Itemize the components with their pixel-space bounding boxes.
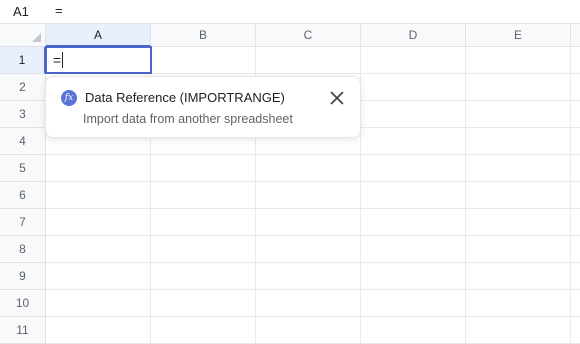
row-header-10[interactable]: 10 — [0, 290, 46, 317]
row-header-1[interactable]: 1 — [0, 47, 46, 74]
cell-editor[interactable]: = — [53, 51, 64, 69]
column-header-c[interactable]: C — [256, 24, 361, 46]
name-box[interactable]: A1 — [0, 0, 46, 24]
select-all-corner[interactable] — [0, 24, 46, 46]
row-header-11[interactable]: 11 — [0, 317, 46, 344]
column-header-e[interactable]: E — [466, 24, 571, 46]
fx-icon: fx — [61, 90, 77, 106]
row-header-9[interactable]: 9 — [0, 263, 46, 290]
close-icon[interactable] — [328, 89, 346, 107]
row-header-4[interactable]: 4 — [0, 128, 46, 155]
row-header-5[interactable]: 5 — [0, 155, 46, 182]
column-header-d[interactable]: D — [361, 24, 466, 46]
formula-bar: A1 = — [0, 0, 580, 24]
suggestion-title[interactable]: Data Reference (IMPORTRANGE) — [85, 90, 285, 106]
column-header-partial[interactable] — [571, 24, 580, 46]
column-header-a[interactable]: A — [46, 24, 151, 47]
row-header-8[interactable]: 8 — [0, 236, 46, 263]
text-caret — [62, 52, 64, 68]
row-header-6[interactable]: 6 — [0, 182, 46, 209]
corner-triangle-icon — [32, 33, 41, 42]
column-header-b[interactable]: B — [151, 24, 256, 46]
function-suggestion-popup[interactable]: fx Data Reference (IMPORTRANGE) Import d… — [45, 76, 361, 138]
column-header-row: A B C D E — [0, 24, 580, 47]
formula-input[interactable]: = — [55, 0, 63, 24]
suggestion-description: Import data from another spreadsheet — [83, 112, 293, 126]
row-header-2[interactable]: 2 — [0, 74, 46, 101]
cell-editor-text: = — [53, 52, 62, 68]
active-cell-a1[interactable]: = — [45, 46, 152, 74]
row-header-7[interactable]: 7 — [0, 209, 46, 236]
row-header-3[interactable]: 3 — [0, 101, 46, 128]
